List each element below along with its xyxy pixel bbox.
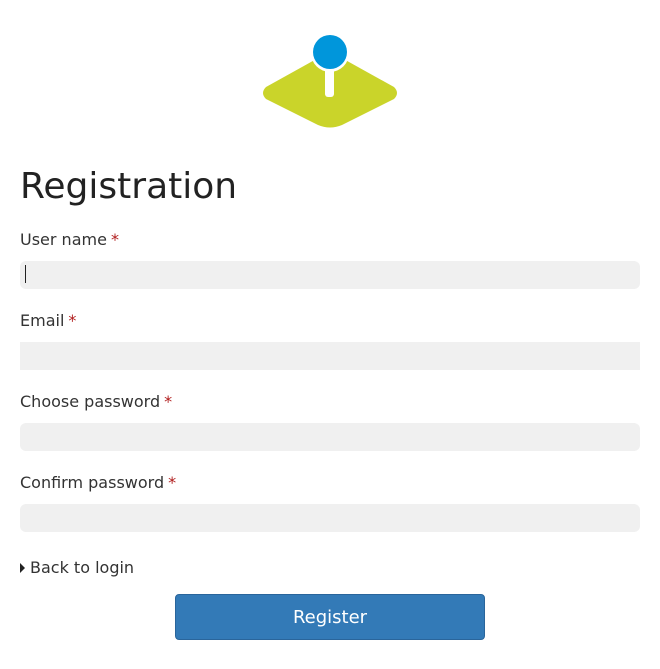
map-pin-logo-icon (263, 34, 397, 128)
confirm-password-label: Confirm password * (20, 473, 176, 493)
choose-password-label: Choose password * (20, 392, 172, 412)
caret-right-icon (20, 563, 25, 573)
username-label-text: User name (20, 230, 107, 249)
required-marker: * (68, 311, 77, 330)
register-button[interactable]: Register (175, 594, 485, 640)
confirm-password-input[interactable] (20, 504, 640, 532)
back-to-login-text: Back to login (30, 558, 135, 577)
page-title: Registration (20, 166, 238, 207)
username-label: User name * (20, 230, 119, 250)
back-to-login-link[interactable]: Back to login (20, 558, 134, 578)
email-label: Email * (20, 311, 76, 331)
username-input[interactable] (20, 261, 640, 289)
logo-pin-dot (313, 35, 347, 69)
choose-password-input[interactable] (20, 423, 640, 451)
email-input[interactable] (20, 342, 640, 370)
required-marker: * (164, 392, 173, 411)
choose-password-label-text: Choose password (20, 392, 161, 411)
text-cursor (25, 265, 26, 283)
confirm-password-label-text: Confirm password (20, 473, 165, 492)
required-marker: * (168, 473, 177, 492)
required-marker: * (110, 230, 119, 249)
email-label-text: Email (20, 311, 65, 330)
